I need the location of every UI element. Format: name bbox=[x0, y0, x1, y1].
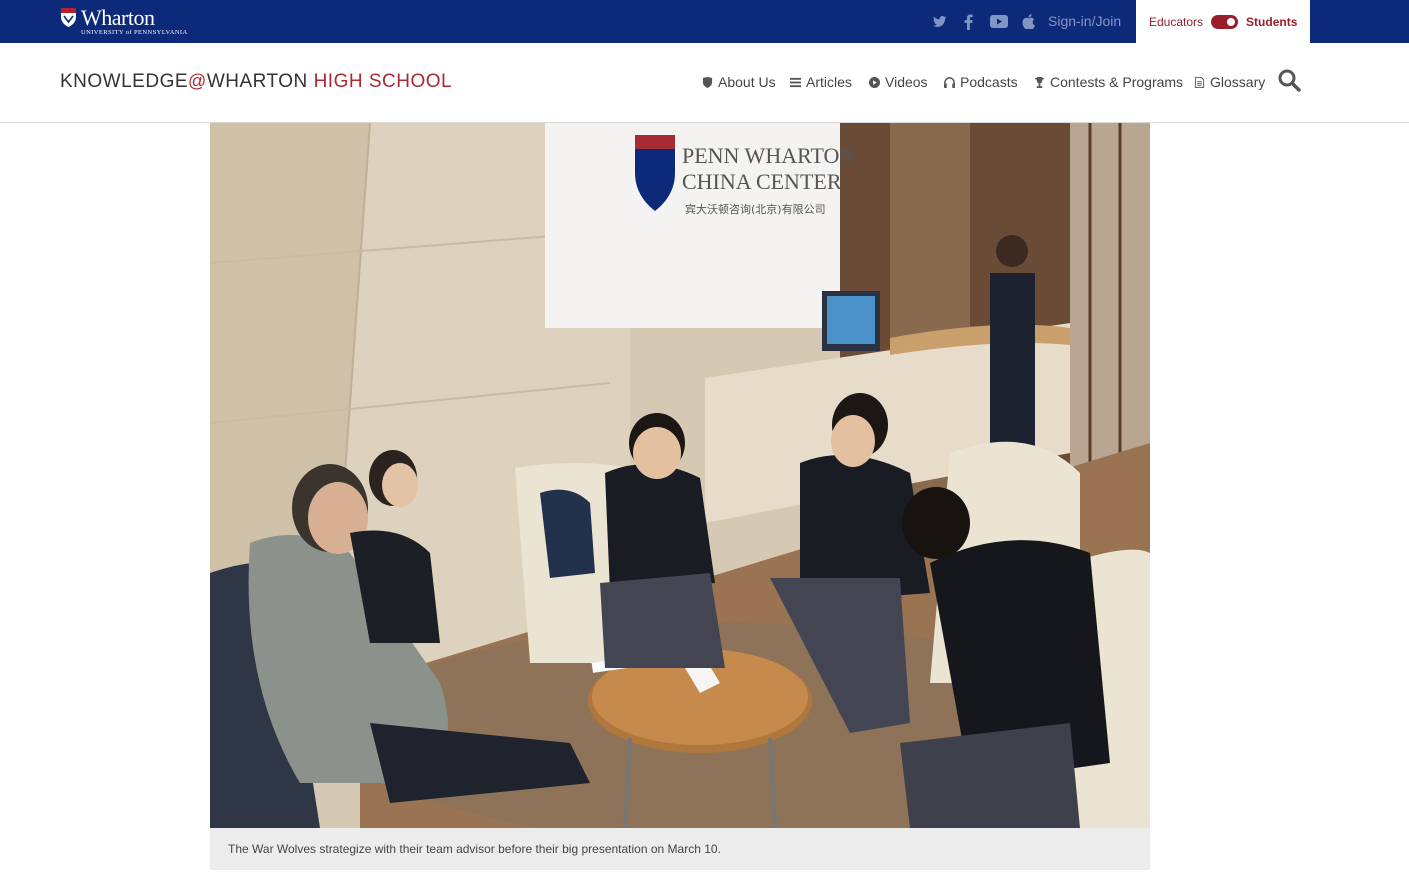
penn-shield-icon bbox=[61, 8, 76, 27]
brand-high-school: HIGH SCHOOL bbox=[313, 71, 453, 92]
nav-podcasts[interactable]: Podcasts bbox=[944, 74, 1018, 90]
nav-label: Videos bbox=[885, 74, 928, 90]
logo-subtitle: UNIVERSITY of PENNSYLVANIA bbox=[81, 29, 188, 36]
top-bar: Wharton UNIVERSITY of PENNSYLVANIA Sign-… bbox=[0, 0, 1409, 43]
audience-toggle[interactable]: Educators Students bbox=[1136, 0, 1310, 43]
photo-caption: The War Wolves strategize with their tea… bbox=[210, 828, 1150, 870]
brand-wharton: WHARTON bbox=[206, 71, 308, 92]
brand-knowledge: KNOWLEDGE bbox=[60, 71, 189, 92]
nav-articles[interactable]: Articles bbox=[790, 74, 852, 90]
shield-icon bbox=[702, 76, 713, 88]
sign-line-2: CHINA CENTER bbox=[682, 169, 842, 194]
photo-illustration: PENN WHARTON CHINA CENTER 宾大沃顿咨询(北京)有限公司 bbox=[210, 123, 1150, 828]
headphones-icon bbox=[944, 76, 955, 88]
youtube-icon[interactable] bbox=[990, 0, 1008, 43]
site-header: KNOWLEDGE@WHARTON HIGH SCHOOL About Us A… bbox=[0, 43, 1409, 123]
educators-label[interactable]: Educators bbox=[1149, 15, 1203, 29]
apple-icon[interactable] bbox=[1022, 0, 1035, 43]
article-photo: PENN WHARTON CHINA CENTER 宾大沃顿咨询(北京)有限公司 bbox=[210, 123, 1150, 828]
search-icon[interactable] bbox=[1277, 68, 1301, 92]
trophy-icon bbox=[1034, 76, 1045, 88]
brand-at: @ bbox=[188, 71, 207, 91]
wharton-logo[interactable]: Wharton UNIVERSITY of PENNSYLVANIA bbox=[60, 7, 188, 37]
sign-line-1: PENN WHARTON bbox=[682, 143, 855, 168]
nav-contests-programs[interactable]: Contests & Programs bbox=[1034, 74, 1183, 90]
sign-line-3: 宾大沃顿咨询(北京)有限公司 bbox=[685, 202, 826, 216]
list-icon bbox=[790, 77, 801, 87]
document-icon bbox=[1194, 76, 1205, 88]
site-brand[interactable]: KNOWLEDGE@WHARTON HIGH SCHOOL bbox=[60, 71, 452, 93]
twitter-icon[interactable] bbox=[933, 0, 947, 43]
nav-about-us[interactable]: About Us bbox=[702, 74, 776, 90]
play-icon bbox=[869, 76, 880, 88]
nav-label: Articles bbox=[806, 74, 852, 90]
nav-label: Glossary bbox=[1210, 74, 1266, 90]
logo-name: Wharton bbox=[81, 5, 155, 30]
nav-label: Podcasts bbox=[960, 74, 1018, 90]
nav-glossary[interactable]: Glossary bbox=[1194, 74, 1265, 90]
students-label[interactable]: Students bbox=[1246, 15, 1297, 29]
nav-label: About Us bbox=[718, 74, 776, 90]
signin-link[interactable]: Sign-in/Join bbox=[1048, 13, 1121, 29]
facebook-icon[interactable] bbox=[964, 0, 973, 43]
audience-switch[interactable] bbox=[1211, 14, 1239, 29]
nav-label: Contests & Programs bbox=[1050, 74, 1184, 90]
nav-videos[interactable]: Videos bbox=[869, 74, 928, 90]
